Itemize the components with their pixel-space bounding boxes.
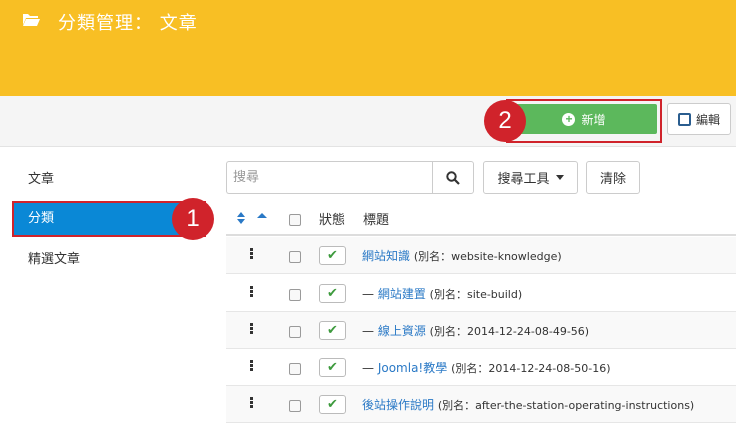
sort-icon[interactable] <box>236 211 246 225</box>
table-header: 狀態 標題 <box>226 201 736 236</box>
table-row: ✔ — 網站建置 (別名：site-build) <box>226 275 736 312</box>
search-input[interactable]: 搜尋 <box>226 161 433 194</box>
page-header: 分類管理： 文章 <box>0 0 736 96</box>
check-icon: ✔ <box>327 360 338 375</box>
new-button-label: 新增 <box>581 112 606 127</box>
row-indent: — <box>362 324 378 338</box>
search-tools-button[interactable]: 搜尋工具 <box>483 161 578 194</box>
check-icon: ✔ <box>327 286 338 301</box>
status-toggle[interactable]: ✔ <box>319 284 346 303</box>
drag-handle-icon[interactable] <box>250 286 254 298</box>
sidebar-item-label: 精選文章 <box>28 252 81 267</box>
table-row: ✔ — 線上資源 (別名：2014-12-24-08-49-56) <box>226 312 736 349</box>
table-row: ✔ — Joomla!教學 (別名：2014-12-24-08-50-16) <box>226 349 736 386</box>
new-button[interactable]: + 新增 <box>511 104 657 134</box>
edit-button[interactable]: 編輯 <box>667 103 731 135</box>
sidebar-item-articles[interactable]: 文章 <box>12 162 206 198</box>
row-title-link[interactable]: 網站知識 <box>362 249 410 263</box>
drag-handle-icon[interactable] <box>250 248 254 260</box>
drag-handle-icon[interactable] <box>250 397 254 409</box>
row-alias: (別名：2014-12-24-08-50-16) <box>451 362 611 375</box>
caret-down-icon <box>555 175 564 180</box>
column-header-status[interactable]: 狀態 <box>319 209 345 228</box>
row-title: — Joomla!教學 (別名：2014-12-24-08-50-16) <box>362 359 611 376</box>
status-toggle[interactable]: ✔ <box>319 395 346 414</box>
drag-handle-icon[interactable] <box>250 360 254 372</box>
row-title: — 線上資源 (別名：2014-12-24-08-49-56) <box>362 322 589 339</box>
annotation-badge-2: 2 <box>484 100 526 142</box>
clear-button[interactable]: 清除 <box>586 161 640 194</box>
table-row: ✔ 網站知識 (別名：website-knowledge) <box>226 237 736 274</box>
row-title: 網站知識 (別名：website-knowledge) <box>362 247 562 264</box>
clear-button-label: 清除 <box>599 171 626 186</box>
search-icon <box>446 170 460 185</box>
row-checkbox[interactable] <box>289 400 301 412</box>
row-alias: (別名：2014-12-24-08-49-56) <box>429 325 590 338</box>
row-checkbox[interactable] <box>289 289 301 301</box>
row-indent: — <box>362 287 378 301</box>
check-icon: ✔ <box>327 323 338 338</box>
status-toggle[interactable]: ✔ <box>319 358 346 377</box>
sort-ascending-icon[interactable] <box>257 213 267 218</box>
search-tools-label: 搜尋工具 <box>497 171 550 186</box>
row-alias: (別名：after-the-station-operating-instruct… <box>437 399 695 412</box>
column-header-title[interactable]: 標題 <box>363 209 389 228</box>
row-alias: (別名：website-knowledge) <box>413 250 562 263</box>
row-checkbox[interactable] <box>289 326 301 338</box>
row-checkbox[interactable] <box>289 363 301 375</box>
edit-button-label: 編輯 <box>695 112 720 127</box>
row-title-link[interactable]: 線上資源 <box>378 324 426 338</box>
folder-open-icon <box>23 14 40 26</box>
search-button[interactable] <box>432 161 474 194</box>
status-toggle[interactable]: ✔ <box>319 246 346 265</box>
row-alias: (別名：site-build) <box>429 288 523 301</box>
sidebar-item-label: 文章 <box>28 172 55 187</box>
row-indent: — <box>362 361 378 375</box>
select-all-checkbox[interactable] <box>289 214 301 226</box>
row-title: — 網站建置 (別名：site-build) <box>362 285 522 302</box>
sidebar-item-label: 分類 <box>28 211 55 226</box>
annotation-badge-1: 1 <box>172 198 214 240</box>
plus-circle-icon: + <box>562 112 576 126</box>
row-title: 後站操作說明 (別名：after-the-station-operating-i… <box>362 396 694 413</box>
edit-icon <box>677 112 691 126</box>
row-title-link[interactable]: Joomla!教學 <box>378 361 447 375</box>
status-toggle[interactable]: ✔ <box>319 321 346 340</box>
check-icon: ✔ <box>327 397 338 412</box>
row-title-link[interactable]: 網站建置 <box>378 287 426 301</box>
row-checkbox[interactable] <box>289 251 301 263</box>
table-row: ✔ 後站操作說明 (別名：after-the-station-operating… <box>226 386 736 423</box>
sidebar-item-featured[interactable]: 精選文章 <box>12 242 206 278</box>
row-title-link[interactable]: 後站操作說明 <box>362 398 434 412</box>
drag-handle-icon[interactable] <box>250 323 254 335</box>
page-title: 分類管理： 文章 <box>58 13 198 34</box>
check-icon: ✔ <box>327 248 338 263</box>
